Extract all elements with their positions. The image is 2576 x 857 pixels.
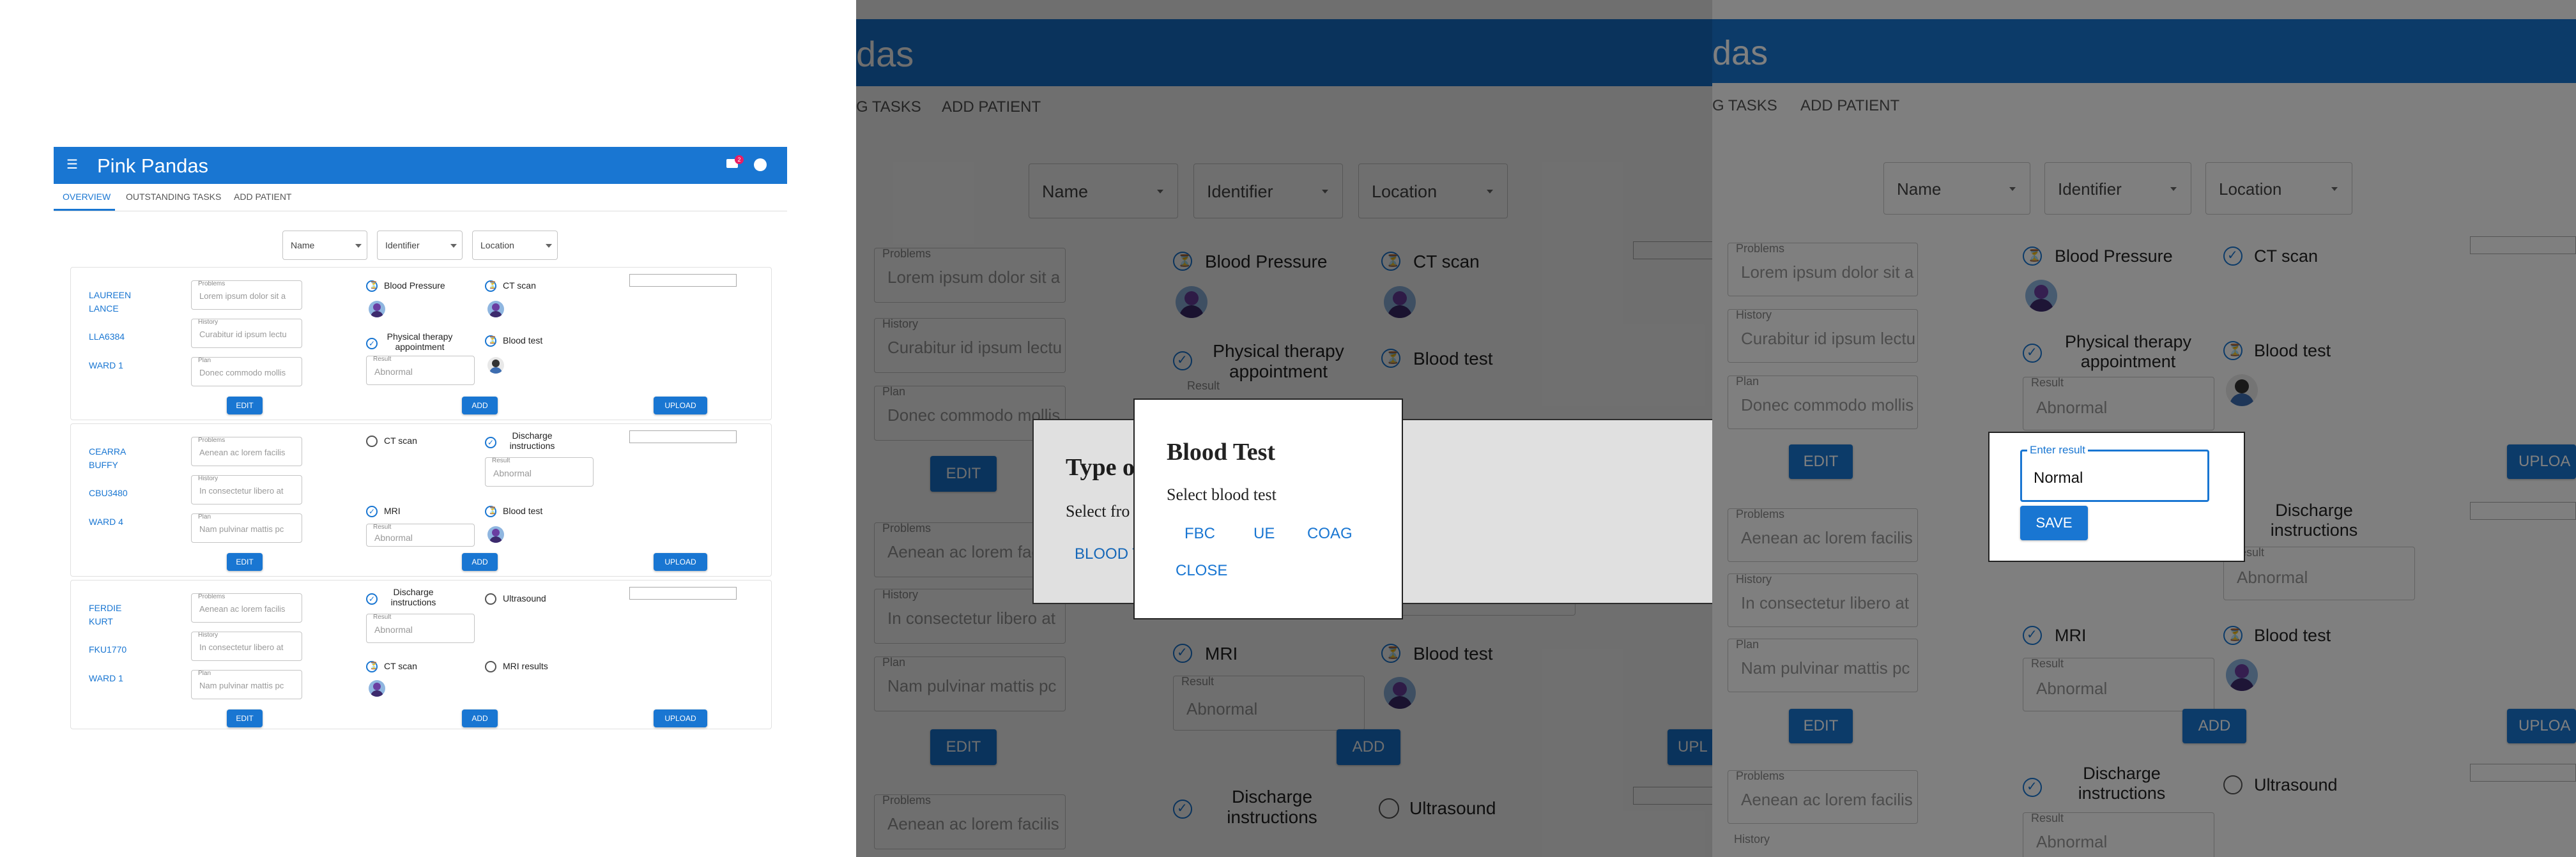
patient-card: FERDIE KURT FKU1770 WARD 1 Problems Aenea… bbox=[70, 580, 772, 729]
result-field[interactable]: ResultAbnormal bbox=[366, 614, 475, 643]
tab-outstanding-tasks[interactable]: Outstanding tasks bbox=[126, 192, 221, 202]
menu-icon[interactable]: ☰ bbox=[66, 158, 78, 171]
patient-first-name[interactable]: FERDIE bbox=[89, 603, 121, 613]
task-done-icon[interactable]: ✓ bbox=[485, 437, 496, 448]
avatar bbox=[487, 357, 504, 374]
task-label: Discharge instructions bbox=[509, 430, 555, 451]
plan-field[interactable]: PlanNam pulvinar mattis pc bbox=[191, 670, 302, 699]
option-ue[interactable]: UE bbox=[1254, 525, 1275, 543]
task-open-icon[interactable] bbox=[485, 593, 496, 605]
problems-field[interactable]: ProblemsAenean ac lorem facilis bbox=[191, 437, 302, 466]
avatar bbox=[369, 301, 385, 317]
upload-button[interactable]: UPLOAD bbox=[654, 553, 707, 571]
notes-textarea[interactable] bbox=[629, 274, 737, 287]
edit-button[interactable]: EDIT bbox=[227, 397, 263, 414]
patient-identifier[interactable]: CBU3480 bbox=[89, 488, 128, 498]
input-value: Normal bbox=[2034, 469, 2083, 487]
task-label: MRI bbox=[384, 506, 401, 516]
panel-enter-result-dialog: das G TASKS ADD PATIENT Name Identifier … bbox=[1712, 0, 2576, 857]
task-label: Ultrasound bbox=[503, 593, 546, 603]
enter-result-input[interactable]: Enter result Normal bbox=[2020, 444, 2209, 502]
modal-backdrop[interactable] bbox=[1712, 0, 2576, 857]
app-bar: ☰ Pink Pandas 2 bbox=[54, 147, 787, 184]
history-field[interactable]: HistoryCurabitur id ipsum lectu bbox=[191, 319, 302, 348]
result-field[interactable]: ResultAbnormal bbox=[366, 356, 475, 385]
add-button[interactable]: ADD bbox=[462, 397, 498, 414]
filter-name-select[interactable]: Name bbox=[282, 231, 367, 260]
task-pending-icon[interactable]: ⏳ bbox=[485, 335, 497, 347]
upload-button[interactable]: UPLOAD bbox=[654, 397, 707, 414]
patient-first-name[interactable]: LAUREEN bbox=[89, 290, 131, 300]
enter-result-dialog: Enter result Normal SAVE bbox=[1988, 432, 2245, 562]
patient-ward[interactable]: WARD 4 bbox=[89, 517, 123, 527]
option-coag[interactable]: COAG bbox=[1307, 525, 1353, 543]
blood-test-dialog: Blood Test Select blood test FBC UE COAG… bbox=[1133, 398, 1403, 619]
panel-overview: ☰ Pink Pandas 2 Overview Outstanding tas… bbox=[0, 0, 856, 857]
tab-overview[interactable]: Overview bbox=[63, 192, 111, 202]
tab-add-patient[interactable]: Add patient bbox=[234, 192, 292, 202]
history-field[interactable]: HistoryIn consectetur libero at bbox=[191, 632, 302, 661]
task-label: CT scan bbox=[503, 280, 536, 291]
patient-last-name[interactable]: BUFFY bbox=[89, 460, 118, 470]
account-circle-icon[interactable] bbox=[754, 158, 767, 171]
notes-textarea[interactable] bbox=[629, 587, 737, 600]
input-label: Enter result bbox=[2027, 444, 2088, 457]
add-button[interactable]: ADD bbox=[462, 553, 498, 571]
task-label: Blood test bbox=[503, 506, 543, 516]
panel-blood-test-dialog: das G TASKS ADD PATIENT Name Identifier … bbox=[856, 0, 1712, 857]
task-label: Physical therapy appointment bbox=[387, 331, 453, 352]
plan-field[interactable]: PlanDonec commodo mollis bbox=[191, 357, 302, 386]
avatar bbox=[369, 680, 385, 697]
app-title: Pink Pandas bbox=[97, 155, 209, 177]
chevron-down-icon bbox=[450, 244, 457, 248]
task-open-icon[interactable] bbox=[485, 661, 496, 672]
option-fbc[interactable]: FBC bbox=[1184, 525, 1215, 543]
notes-textarea[interactable] bbox=[629, 430, 737, 443]
task-pending-icon[interactable]: ⏳ bbox=[485, 280, 497, 292]
dialog-subtitle: Select blood test bbox=[1167, 485, 1276, 504]
task-pending-icon[interactable]: ⏳ bbox=[366, 661, 378, 672]
avatar bbox=[487, 301, 504, 317]
chevron-down-icon bbox=[355, 244, 362, 248]
patient-card: LAUREEN LANCE LLA6384 WARD 1 Problems Lor… bbox=[70, 267, 772, 420]
patient-identifier[interactable]: LLA6384 bbox=[89, 331, 125, 342]
patient-first-name[interactable]: CEARRA bbox=[89, 446, 126, 457]
patient-ward[interactable]: WARD 1 bbox=[89, 673, 123, 683]
task-label: CT scan bbox=[384, 436, 417, 446]
patient-ward[interactable]: WARD 1 bbox=[89, 360, 123, 370]
task-label: Blood test bbox=[503, 335, 543, 345]
patient-last-name[interactable]: LANCE bbox=[89, 303, 119, 314]
result-field[interactable]: ResultAbnormal bbox=[366, 524, 475, 547]
task-done-icon[interactable]: ✓ bbox=[366, 593, 378, 605]
problems-field[interactable]: ProblemsLorem ipsum dolor sit a bbox=[191, 280, 302, 310]
filter-identifier-select[interactable]: Identifier bbox=[377, 231, 463, 260]
save-button[interactable]: SAVE bbox=[2020, 506, 2088, 540]
upload-button[interactable]: UPLOAD bbox=[654, 709, 707, 727]
chevron-down-icon bbox=[546, 244, 552, 248]
task-label: Discharge instructions bbox=[390, 587, 436, 607]
history-field[interactable]: HistoryIn consectetur libero at bbox=[191, 475, 302, 504]
notification-badge: 2 bbox=[735, 155, 744, 164]
close-button[interactable]: CLOSE bbox=[1176, 562, 1227, 580]
filter-location-select[interactable]: Location bbox=[472, 231, 558, 260]
add-button[interactable]: ADD bbox=[462, 709, 498, 727]
task-done-icon[interactable]: ✓ bbox=[366, 506, 378, 517]
plan-field[interactable]: PlanNam pulvinar mattis pc bbox=[191, 513, 302, 543]
task-pending-icon[interactable]: ⏳ bbox=[366, 280, 378, 292]
edit-button[interactable]: EDIT bbox=[227, 553, 263, 571]
task-open-icon[interactable] bbox=[366, 436, 378, 447]
dialog-title: Blood Test bbox=[1167, 439, 1276, 466]
task-label: CT scan bbox=[384, 661, 417, 671]
patient-identifier[interactable]: FKU1770 bbox=[89, 644, 126, 655]
task-label: MRI results bbox=[503, 661, 548, 671]
avatar bbox=[487, 526, 504, 543]
task-done-icon[interactable]: ✓ bbox=[366, 338, 378, 349]
problems-field[interactable]: ProblemsAenean ac lorem facilis bbox=[191, 593, 302, 623]
task-pending-icon[interactable]: ⏳ bbox=[485, 506, 497, 517]
task-label: Blood Pressure bbox=[384, 280, 445, 291]
result-field[interactable]: ResultAbnormal bbox=[485, 457, 594, 487]
edit-button[interactable]: EDIT bbox=[227, 709, 263, 727]
patient-card: CEARRA BUFFY CBU3480 WARD 4 Problems Aene… bbox=[70, 423, 772, 577]
patient-last-name[interactable]: KURT bbox=[89, 616, 113, 626]
